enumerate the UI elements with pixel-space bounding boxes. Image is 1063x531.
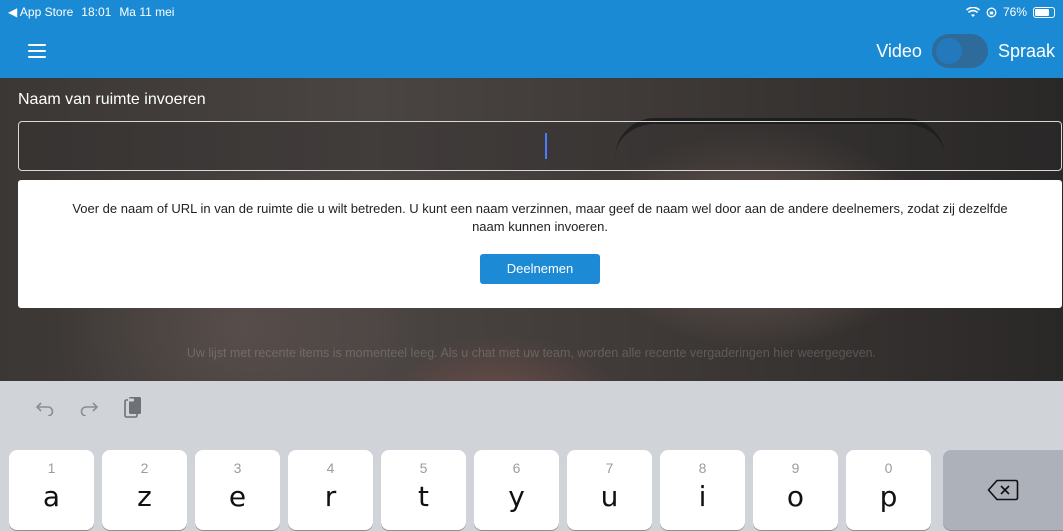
orientation-lock-icon	[986, 7, 997, 17]
key-letter: y	[508, 480, 525, 513]
key-number-hint: 5	[419, 460, 428, 476]
key-number-hint: 3	[233, 460, 242, 476]
key-p[interactable]: 0 p	[846, 450, 931, 530]
hamburger-menu-icon[interactable]	[28, 44, 46, 58]
key-u[interactable]: 7 u	[567, 450, 652, 530]
key-o[interactable]: 9 o	[753, 450, 838, 530]
status-time: 18:01	[81, 5, 112, 19]
key-letter: i	[698, 480, 707, 513]
backspace-key[interactable]	[943, 450, 1063, 530]
toggle-knob	[935, 38, 962, 64]
top-nav-bar: Video Spraak	[0, 24, 1063, 78]
paste-icon[interactable]	[122, 397, 144, 419]
join-instructions: Voer de naam of URL in van de ruimte die…	[72, 201, 1008, 234]
video-speech-toggle[interactable]	[931, 34, 988, 68]
on-screen-keyboard: 1 a 2 z 3 e 4 r 5 t 6 y 7 u 8 i 9 o 0 p	[0, 381, 1063, 531]
recent-items-empty-message: Uw lijst met recente items is momenteel …	[186, 346, 877, 360]
key-number-hint: 1	[47, 460, 56, 476]
video-label: Video	[876, 40, 922, 61]
key-number-hint: 4	[326, 460, 335, 476]
speech-label: Spraak	[997, 40, 1055, 61]
key-letter: e	[228, 480, 247, 513]
key-letter: z	[137, 480, 152, 513]
key-i[interactable]: 8 i	[660, 450, 745, 530]
backspace-icon	[987, 479, 1019, 501]
status-bar: ◀ App Store 18:01 Ma 11 mei 76%	[0, 0, 1063, 24]
key-number-hint: 2	[140, 460, 149, 476]
room-name-input[interactable]	[18, 121, 1062, 171]
key-number-hint: 0	[884, 460, 893, 476]
status-date: Ma 11 mei	[119, 5, 175, 19]
key-letter: p	[879, 480, 898, 513]
key-number-hint: 6	[512, 460, 521, 476]
key-letter: r	[324, 480, 337, 513]
key-letter: u	[600, 480, 619, 513]
back-to-app-store[interactable]: ◀ App Store	[8, 5, 73, 19]
battery-percent: 76%	[1002, 5, 1027, 19]
key-number-hint: 7	[605, 460, 614, 476]
key-number-hint: 9	[791, 460, 800, 476]
join-button[interactable]: Deelnemen	[480, 254, 600, 284]
key-letter: a	[42, 480, 61, 513]
undo-icon[interactable]	[34, 397, 56, 419]
room-name-label: Naam van ruimte invoeren	[18, 91, 206, 108]
keyboard-toolbar	[34, 397, 144, 419]
wifi-icon	[965, 6, 980, 17]
key-e[interactable]: 3 e	[195, 450, 280, 530]
key-a[interactable]: 1 a	[9, 450, 94, 530]
join-card: Voer de naam of URL in van de ruimte die…	[18, 180, 1062, 308]
key-t[interactable]: 5 t	[381, 450, 466, 530]
key-z[interactable]: 2 z	[102, 450, 187, 530]
key-number-hint: 8	[698, 460, 707, 476]
key-letter: o	[786, 480, 805, 513]
key-r[interactable]: 4 r	[288, 450, 373, 530]
text-caret	[545, 133, 547, 159]
key-letter: t	[418, 480, 429, 513]
redo-icon[interactable]	[78, 397, 100, 419]
key-y[interactable]: 6 y	[474, 450, 559, 530]
battery-icon	[1033, 6, 1055, 18]
